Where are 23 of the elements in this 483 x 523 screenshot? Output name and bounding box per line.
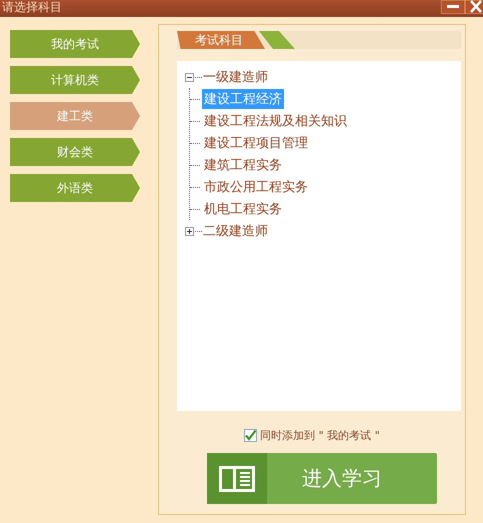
checkbox[interactable] <box>244 429 258 442</box>
tree-item[interactable]: 建设工程法规及相关知识 <box>202 111 349 131</box>
category-item[interactable]: 财会类 <box>10 138 140 166</box>
category-item[interactable]: 我的考试 <box>10 30 140 58</box>
book-icon <box>219 466 255 492</box>
tree-item[interactable]: 机电工程实务 <box>202 199 284 219</box>
tree-node[interactable]: 二级建造师 <box>203 222 268 240</box>
tree-item[interactable]: 建设工程经济 <box>202 89 284 109</box>
minimize-icon[interactable] <box>441 0 465 14</box>
start-study-button[interactable]: 进入学习 <box>207 453 437 504</box>
subject-tab[interactable]: 考试科目 <box>177 31 265 49</box>
tree-item[interactable]: 市政公用工程实务 <box>202 177 310 197</box>
expander-icon[interactable] <box>185 226 194 236</box>
category-item[interactable]: 建工类 <box>10 102 140 130</box>
checkbox-label: 同时添加到 " 我的考试 " <box>260 428 380 443</box>
close-icon[interactable] <box>465 0 483 14</box>
tree-item[interactable]: 建设工程项目管理 <box>202 133 310 153</box>
category-item[interactable]: 外语类 <box>10 174 140 202</box>
category-item[interactable]: 计算机类 <box>10 66 140 94</box>
tree-node[interactable]: 一级建造师 <box>203 68 268 86</box>
window-title: 请选择科目 <box>1 0 62 14</box>
tree-item[interactable]: 建筑工程实务 <box>202 155 284 175</box>
expander-icon[interactable] <box>185 72 194 82</box>
